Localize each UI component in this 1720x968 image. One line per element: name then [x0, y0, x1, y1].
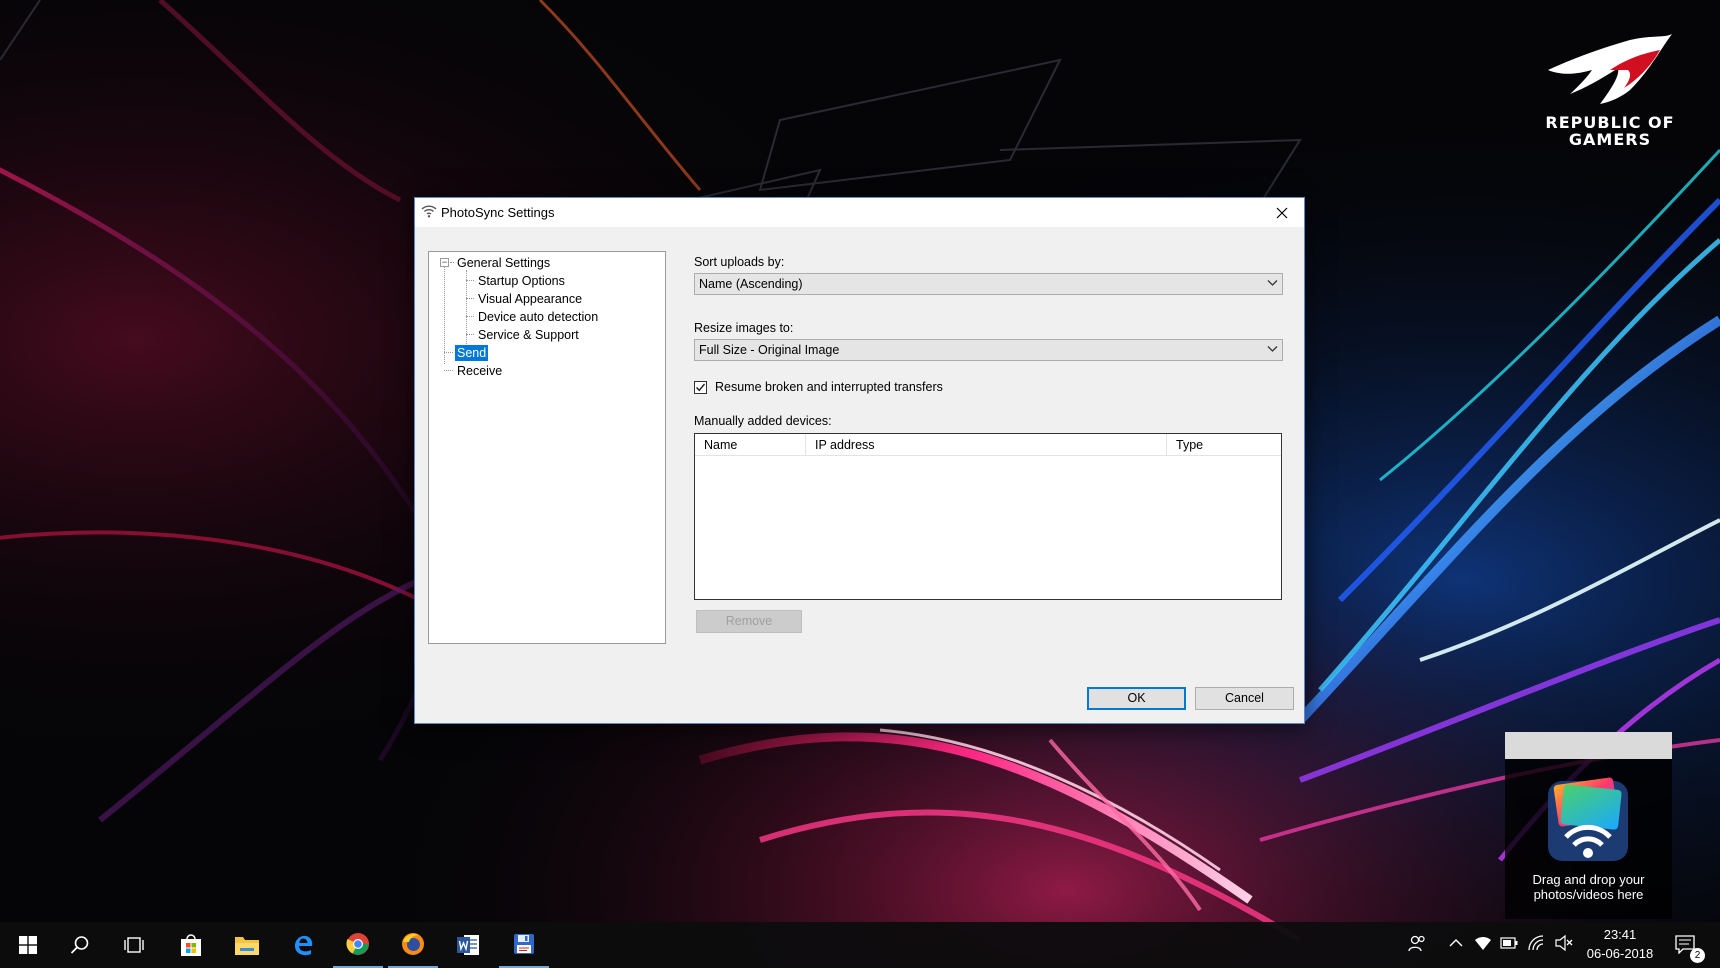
chrome-button[interactable]	[333, 922, 383, 968]
store-icon	[181, 934, 201, 956]
sort-uploads-value: Name (Ascending)	[699, 277, 803, 291]
clock-date[interactable]: 06-06-2018	[1580, 946, 1660, 961]
rog-logo: REPUBLIC OF GAMERS	[1510, 30, 1710, 148]
firefox-icon	[402, 933, 424, 955]
desktop: REPUBLIC OF GAMERS PhotoSync Settings − …	[0, 0, 1720, 968]
drop-zone-text: Drag and drop your photos/videos here	[1532, 872, 1645, 902]
start-button[interactable]	[3, 922, 53, 968]
resize-images-label: Resize images to:	[694, 321, 794, 335]
devices-table[interactable]: Name IP address Type	[694, 433, 1282, 600]
checkmark-icon	[696, 383, 706, 392]
sort-uploads-select[interactable]: Name (Ascending)	[694, 273, 1283, 295]
store-button[interactable]	[166, 922, 216, 968]
file-explorer-icon	[235, 937, 259, 955]
column-header-name[interactable]: Name	[695, 434, 806, 456]
notification-count-badge: 2	[1690, 948, 1705, 963]
floppy-disk-icon	[514, 934, 534, 954]
save-app-button[interactable]	[499, 922, 549, 968]
battery-icon[interactable]	[1500, 937, 1518, 949]
tree-item-startup-options[interactable]: Startup Options	[476, 273, 567, 289]
dialog-title: PhotoSync Settings	[441, 205, 555, 220]
resume-transfers-checkbox[interactable]	[694, 381, 707, 394]
remove-button[interactable]: Remove	[696, 610, 802, 633]
search-button[interactable]	[55, 922, 105, 968]
edge-button[interactable]	[278, 922, 328, 968]
tree-item-send[interactable]: Send	[455, 345, 489, 361]
task-view-button[interactable]	[109, 922, 159, 968]
edge-icon	[295, 935, 313, 956]
resize-images-value: Full Size - Original Image	[699, 343, 840, 357]
close-icon	[1276, 207, 1288, 218]
column-header-type[interactable]: Type	[1167, 434, 1281, 456]
volume-muted-icon[interactable]	[1554, 934, 1574, 952]
tree-item-visual-appearance[interactable]: Visual Appearance	[476, 291, 584, 307]
word-icon	[457, 935, 479, 955]
network-icon[interactable]	[1527, 934, 1545, 952]
chrome-icon	[346, 933, 369, 955]
word-button[interactable]	[443, 922, 493, 968]
settings-tree[interactable]: − General Settings Startup Options Visua…	[428, 251, 666, 644]
photosync-wifi-icon	[421, 204, 437, 221]
search-icon	[70, 936, 89, 954]
manually-added-devices-label: Manually added devices:	[694, 414, 832, 428]
chevron-down-icon	[1267, 280, 1278, 286]
photosync-app-icon	[1544, 773, 1632, 870]
resize-images-select[interactable]: Full Size - Original Image	[694, 339, 1283, 361]
photosync-settings-dialog: PhotoSync Settings − General Settings St…	[414, 197, 1305, 724]
tree-item-service-support[interactable]: Service & Support	[476, 327, 581, 343]
ok-button[interactable]: OK	[1087, 687, 1186, 710]
people-icon[interactable]	[1407, 934, 1427, 954]
taskbar: 23:41 06-06-2018 2	[0, 922, 1720, 968]
windows-icon	[19, 936, 37, 954]
photosync-drop-zone[interactable]: Drag and drop your photos/videos here	[1505, 732, 1672, 919]
chevron-up-icon[interactable]	[1449, 938, 1463, 948]
collapse-icon[interactable]: −	[440, 258, 449, 267]
cancel-button[interactable]: Cancel	[1195, 687, 1294, 710]
tree-item-device-auto-detection[interactable]: Device auto detection	[476, 309, 600, 325]
close-button[interactable]	[1260, 198, 1304, 227]
rog-brand-text: REPUBLIC OF GAMERS	[1545, 113, 1675, 149]
dialog-titlebar[interactable]: PhotoSync Settings	[415, 198, 1304, 227]
tree-item-receive[interactable]: Receive	[455, 363, 504, 379]
chevron-down-icon	[1267, 346, 1278, 352]
tree-item-general-settings[interactable]: General Settings	[455, 255, 552, 271]
sort-uploads-label: Sort uploads by:	[694, 255, 785, 269]
firefox-button[interactable]	[388, 922, 438, 968]
clock-time[interactable]: 23:41	[1590, 927, 1650, 942]
task-view-icon	[124, 937, 144, 953]
column-header-ip-address[interactable]: IP address	[806, 434, 1167, 456]
drop-zone-header[interactable]	[1505, 732, 1672, 759]
resume-transfers-label[interactable]: Resume broken and interrupted transfers	[715, 380, 943, 394]
file-explorer-button[interactable]	[222, 922, 272, 968]
wifi-icon[interactable]	[1474, 934, 1492, 952]
